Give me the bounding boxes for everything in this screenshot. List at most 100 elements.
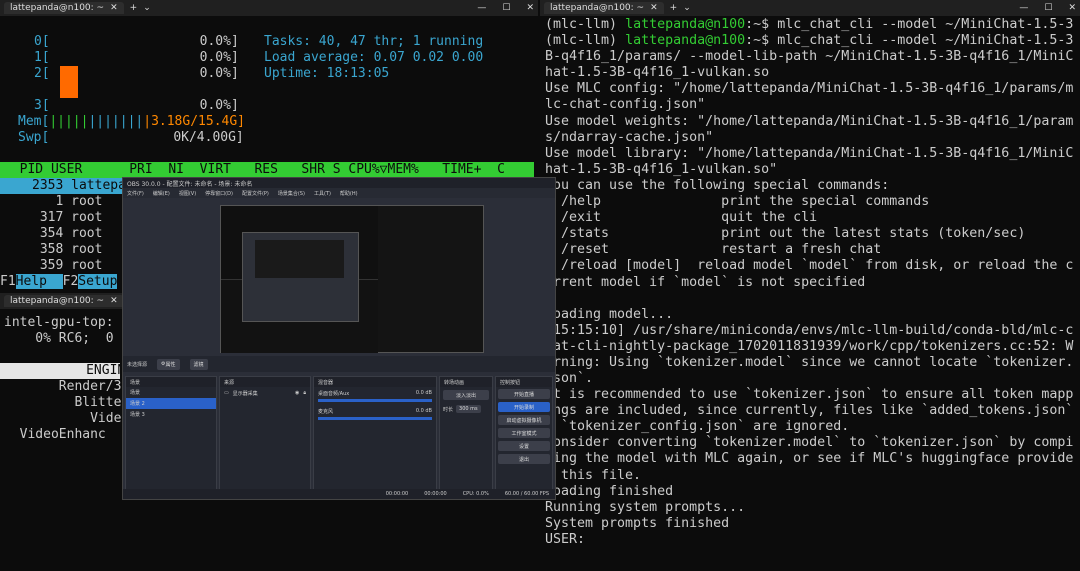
terminal-line: json`. [545,371,1080,387]
terminal-line: arning: Using `tokenizer.model` since we… [545,355,1080,371]
line-text: /reset restart a fresh chat [545,242,882,258]
line-text: mlc_chat_cli --model ~/MiniChat-1.5-3 [777,33,1074,49]
obs-titlebar: OBS 30.0.0 - 配置文件: 未命名 - 场景: 未命名 [123,178,555,188]
mixer-channel: 麦克风 0.0 dB [314,405,436,423]
obs-menu-item[interactable]: 文件(F) [127,190,144,197]
scene-item[interactable]: 场景 3 [126,409,216,420]
scene-item[interactable]: 场景 [126,387,216,398]
duration-label: 时长 [443,406,454,413]
eye-icon[interactable]: ◉ [295,390,299,397]
terminal-line: USER: [545,532,1080,548]
source-item[interactable]: ▭ 显示器采集 ◉ 🔒︎ [220,387,310,400]
properties-button[interactable]: ⚙ 属性 [157,358,180,370]
obs-menu-item[interactable]: 帮助(H) [340,190,358,197]
terminal-line: System prompts finished [545,516,1080,532]
cpu-value: 0.0%] [199,50,239,65]
minimize-icon[interactable]: — [477,3,486,13]
swp-value: 0K/4.00G] [173,130,244,145]
mem-value: 3.18G/15.4G] [151,114,245,129]
duration-input[interactable]: 300 ms [456,405,481,413]
line-text: It is recommended to use `tokenizer.json… [545,387,1074,403]
maximize-icon[interactable]: ☐ [502,3,510,13]
minimize-icon[interactable]: — [1019,3,1028,13]
channel-db: 0.0 dB [415,408,432,414]
new-tab-icon[interactable]: + [130,3,138,13]
controls-title: 控制按钮 [500,379,521,386]
line-text: System prompts finished [545,515,730,531]
swp-meter: Swp[0K/4.00G] [4,130,538,146]
fkey-number: F2 [62,274,79,289]
control-button[interactable]: 启动虚拟摄像机 [498,415,550,425]
status-item: 00:00:00 [424,491,447,497]
close-icon[interactable]: ✕ [110,3,118,13]
control-button[interactable]: 设置 [498,441,550,451]
maximize-icon[interactable]: ☐ [1044,3,1052,13]
chevron-down-icon[interactable]: ⌄ [683,3,691,13]
line-text: [15:15:10] /usr/share/miniconda/envs/mlc… [545,322,1074,338]
sources-dock: 来源 ▭ 显示器采集 ◉ 🔒︎ [219,376,311,491]
mlc-tab[interactable]: lattepanda@n100: ~ ✕ [544,2,664,14]
chevron-down-icon[interactable]: ⌄ [143,3,151,13]
fkey-1-button[interactable]: Setup [78,274,118,289]
close-icon[interactable]: ✕ [110,296,118,306]
obs-menu-item[interactable]: 视图(V) [179,190,196,197]
terminal-line: You can use the following special comman… [545,178,1080,194]
transition-select[interactable]: 淡入淡出 [443,390,489,400]
channel-name: 麦克风 [318,409,334,415]
fkey-0-button[interactable]: Help [15,274,63,289]
terminal-line: lc-chat-config.json" [545,97,1080,113]
obs-window[interactable]: OBS 30.0.0 - 配置文件: 未命名 - 场景: 未命名 文件(F) 编辑… [122,177,556,500]
terminal-line: /stats print out the latest stats (token… [545,226,1080,242]
lock-icon[interactable]: 🔒︎ [303,390,306,397]
mixer-dock: 混音器 桌面音频/Aux 0.0 dB 麦克风 0.0 dB [313,376,437,491]
mlc-tab-title: lattepanda@n100: ~ [550,3,645,13]
terminal-line: urrent model if `model` is not specified [545,275,1080,291]
close-window-icon[interactable]: ✕ [526,3,534,13]
tasks-summary: Tasks: 40, 47 thr; 1 running [264,34,484,49]
cpu-value: 0.0%] [199,98,239,113]
close-window-icon[interactable]: ✕ [1068,3,1076,13]
obs-statusbar: 00:00:00 00:00:00 CPU: 0.0% 60.00 / 60.00 F… [123,489,555,499]
new-tab-icon[interactable]: + [670,3,678,13]
obs-preview[interactable] [220,205,484,353]
line-text: Consider converting `tokenizer.model` to… [545,435,1074,451]
control-button[interactable]: 开始录制 [498,402,550,412]
terminal-line: Consider converting `tokenizer.model` to… [545,435,1080,451]
line-text: s this file. [545,467,642,483]
line-text: lc-chat-config.json" [545,97,706,113]
terminal-line: hat-1.5-3B-q4f16_1-vulkan.so" [545,162,1080,178]
scene-item[interactable]: 场景 2 [126,398,216,409]
control-button[interactable]: 工作室模式 [498,428,550,438]
process-table-header[interactable]: PID USER PRI NI VIRT RES SHR S CPU%▽MEM%… [0,162,534,178]
line-text: hat-cli-nightly-package_1702011831939/wo… [545,338,1074,354]
status-item: 60.00 / 60.00 FPS [504,491,549,497]
obs-menu-item[interactable]: 配置文件(P) [242,190,269,197]
line-text: Loading finished [545,483,674,499]
htop-tab-title: lattepanda@n100: ~ [10,3,105,13]
volume-slider[interactable] [318,417,432,420]
gpu-tab[interactable]: lattepanda@n100: ~ ✕ [4,295,124,307]
filters-button[interactable]: 滤镜 [189,358,208,370]
obs-menubar: 文件(F) 编辑(E) 视图(V) 停靠窗口(D) 配置文件(P) 场景集合(S) 工具(T… [123,188,555,198]
control-button[interactable]: 开始直播 [498,389,550,399]
terminal-line: s this file. [545,468,1080,484]
terminal-line: s/ndarray-cache.json" [545,130,1080,146]
obs-menu-item[interactable]: 停靠窗口(D) [205,190,233,197]
volume-slider[interactable] [318,399,432,402]
line-text: Use MLC config: "/home/lattepanda/MiniCh… [545,81,1074,97]
control-button[interactable]: 退出 [498,454,550,464]
close-icon[interactable]: ✕ [650,3,658,13]
cpu-label: 2[ [34,66,50,81]
env-prefix: (mlc-llm) [545,17,626,32]
obs-menu-item[interactable]: 编辑(E) [153,190,170,197]
cpu-value: 0.0%] [199,34,239,49]
line-text: /exit quit the cli [545,210,818,226]
terminal-line: Use model library: "/home/lattepanda/Min… [545,146,1080,162]
obs-menu-item[interactable]: 工具(T) [314,190,331,197]
htop-titlebar: lattepanda@n100: ~ ✕ + ⌄ — ☐ ✕ [0,0,538,16]
terminal-line: B-q4f16_1/params/ --model-lib-path ~/Min… [545,49,1080,65]
obs-menu-item[interactable]: 场景集合(S) [278,190,305,197]
mem-label: Mem[ [18,114,50,129]
htop-tab[interactable]: lattepanda@n100: ~ ✕ [4,2,124,14]
cpu-value: 0.0%] [199,66,239,81]
